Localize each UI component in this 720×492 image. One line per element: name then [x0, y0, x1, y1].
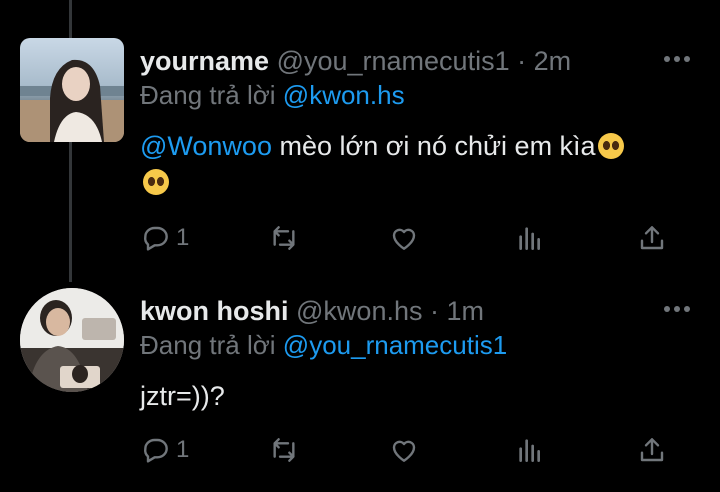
like-button[interactable]: [388, 432, 420, 468]
replying-to-label: Đang trả lời: [140, 330, 276, 360]
share-icon: [640, 226, 664, 250]
tweet[interactable]: yourname @you_rnamecutis1 · 2m Đang trả …: [0, 38, 720, 278]
reply-button[interactable]: 1: [140, 432, 189, 468]
like-icon: [392, 440, 416, 462]
mention-link[interactable]: @Wonwoo: [140, 131, 272, 161]
share-icon: [640, 438, 664, 462]
tweet-text: jztr=))?: [140, 378, 680, 414]
display-name[interactable]: kwon hoshi: [140, 296, 289, 326]
tweet-text-content: mèo lớn ơi nó chửi em kìa: [271, 131, 596, 161]
replying-to-label: Đang trả lời: [140, 80, 276, 110]
tweet-actions: 1: [140, 220, 680, 256]
retweet-icon: [273, 438, 295, 462]
retweet-button[interactable]: [268, 220, 300, 256]
reply-count: 1: [176, 436, 190, 463]
reply-icon: [144, 438, 168, 463]
display-name[interactable]: yourname: [140, 46, 269, 76]
previous-tweet-actions-partial: [0, 0, 720, 4]
more-icon[interactable]: [664, 306, 690, 314]
reply-handle-link[interactable]: @kwon.hs: [283, 80, 405, 110]
separator-dot: ·: [430, 296, 439, 326]
views-icon: [519, 439, 540, 462]
reply-count: 1: [176, 224, 190, 251]
reply-handle-link[interactable]: @you_rnamecutis1: [283, 330, 507, 360]
retweet-icon: [273, 226, 295, 250]
views-button[interactable]: [514, 432, 546, 468]
share-button[interactable]: [636, 432, 668, 468]
share-button[interactable]: [636, 220, 668, 256]
timestamp[interactable]: 2m: [534, 46, 572, 76]
tweet-header: yourname @you_rnamecutis1 · 2m: [140, 46, 571, 76]
like-icon: [392, 228, 416, 250]
like-button[interactable]: [388, 220, 420, 256]
reply-button[interactable]: 1: [140, 220, 189, 256]
reply-icon: [144, 226, 168, 251]
pleading-face-emoji-icon: [597, 133, 624, 159]
more-icon[interactable]: [664, 56, 690, 64]
replying-to: Đang trả lời @kwon.hs: [140, 80, 405, 111]
tweet-text-content: jztr=))?: [140, 381, 225, 411]
separator-dot: ·: [517, 46, 527, 76]
timestamp[interactable]: 1m: [447, 296, 485, 326]
tweet-text: @Wonwoo mèo lớn ơi nó chửi em kìa: [140, 128, 680, 200]
replying-to: Đang trả lời @you_rnamecutis1: [140, 330, 507, 361]
user-handle[interactable]: @you_rnamecutis1: [277, 46, 510, 76]
avatar[interactable]: [20, 38, 124, 142]
avatar[interactable]: [20, 288, 124, 392]
tweet[interactable]: kwon hoshi @kwon.hs · 1m Đang trả lời @y…: [0, 288, 720, 488]
tweet-actions: 1: [140, 432, 680, 468]
views-icon: [519, 227, 540, 250]
views-button[interactable]: [514, 220, 546, 256]
user-handle[interactable]: @kwon.hs: [296, 296, 422, 326]
tweet-header: kwon hoshi @kwon.hs · 1m: [140, 296, 484, 326]
retweet-button[interactable]: [268, 432, 300, 468]
pleading-face-emoji-icon: [143, 169, 169, 195]
